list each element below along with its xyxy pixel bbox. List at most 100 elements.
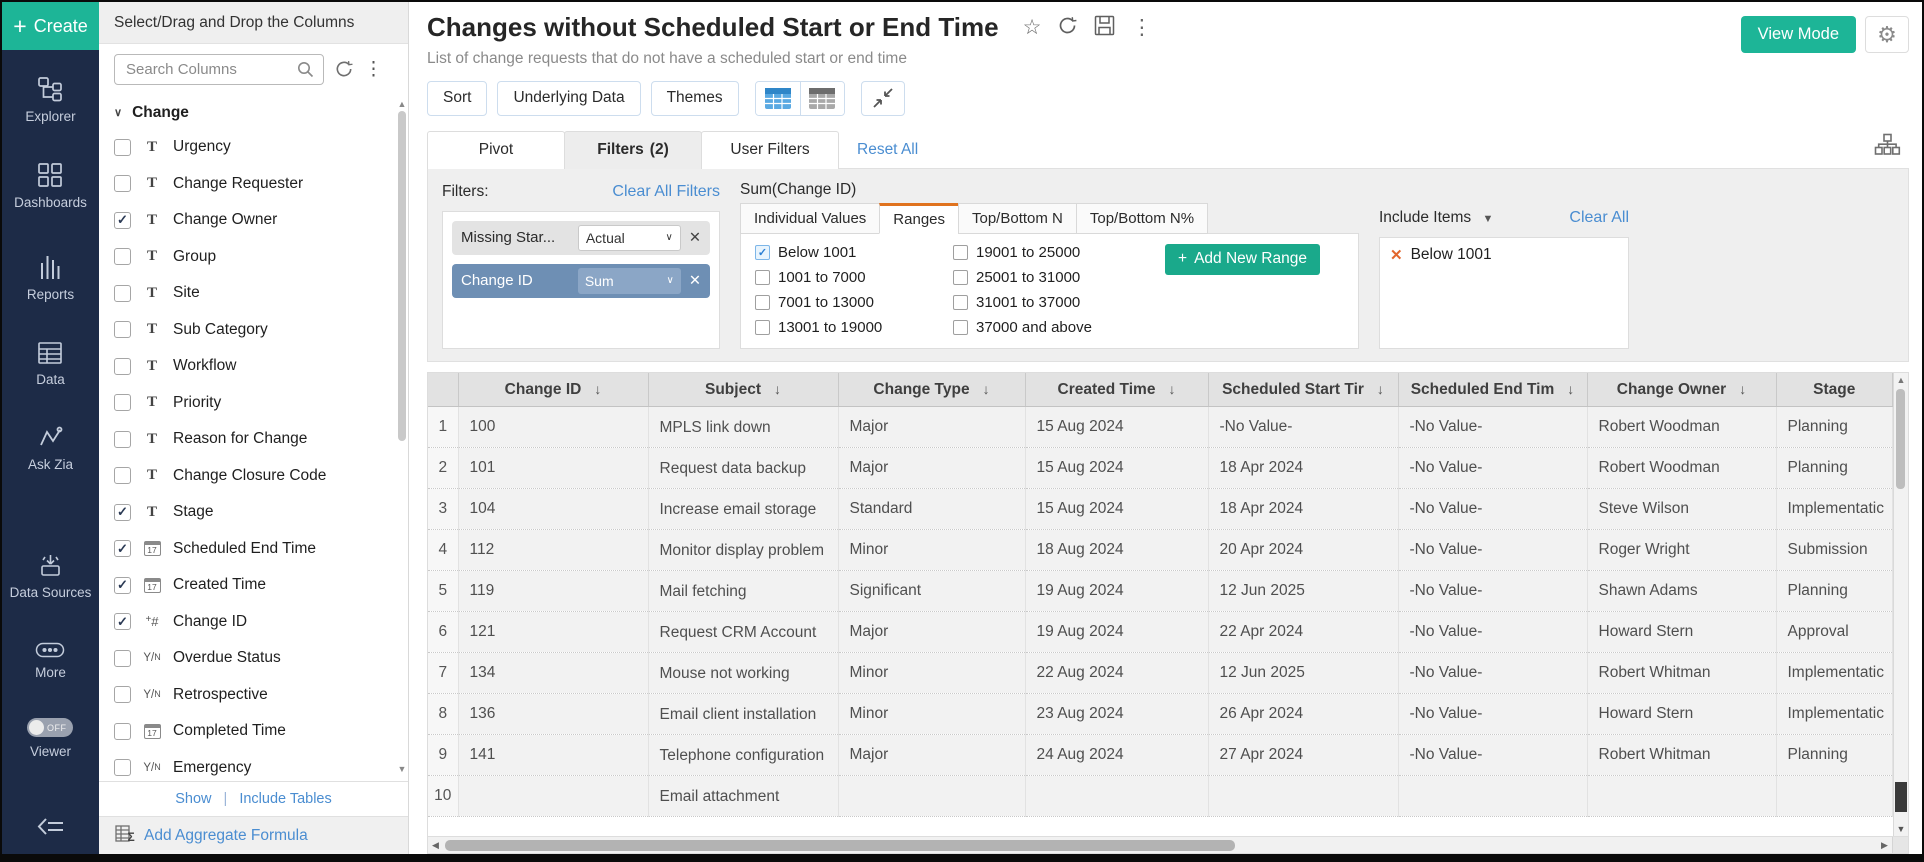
add-new-range-button[interactable]: + Add New Range xyxy=(1165,244,1320,275)
checkbox-unchecked[interactable] xyxy=(114,686,131,703)
table-view-blue-icon[interactable] xyxy=(756,82,800,115)
range-option-1001-to-7000[interactable]: 1001 to 7000 xyxy=(755,269,923,286)
sidebar-item-data-sources[interactable]: Data Sources xyxy=(10,551,92,602)
range-option-19001-to-25000[interactable]: 19001 to 25000 xyxy=(953,244,1121,261)
scrollbar-track[interactable] xyxy=(443,837,1877,853)
search-columns-box[interactable] xyxy=(114,54,324,85)
scroll-right-icon[interactable]: ▶ xyxy=(1877,840,1892,851)
filter-aggregate-select[interactable]: Actual∨ xyxy=(578,225,681,251)
scrollbar-thumb[interactable] xyxy=(1896,389,1905,489)
tab-filters[interactable]: Filters (2) xyxy=(564,131,702,169)
column-item-overdue-status[interactable]: Y/NOverdue Status xyxy=(114,640,408,677)
remove-filter-icon[interactable]: ✕ xyxy=(689,273,701,289)
viewer-toggle[interactable]: OFF xyxy=(27,718,73,737)
sort-descending-icon[interactable]: ↓ xyxy=(594,381,601,397)
column-item-change-id[interactable]: +#Change ID xyxy=(114,604,408,641)
column-item-reason-for-change[interactable]: TReason for Change xyxy=(114,421,408,458)
checkbox-unchecked[interactable] xyxy=(114,394,131,411)
column-item-priority[interactable]: TPriority xyxy=(114,385,408,422)
column-item-emergency[interactable]: Y/NEmergency xyxy=(114,750,408,782)
column-header-created-time[interactable]: Created Time↓ xyxy=(1025,373,1208,407)
favorite-star-icon[interactable]: ☆ xyxy=(1023,17,1042,38)
sort-descending-icon[interactable]: ↓ xyxy=(983,381,990,397)
checkbox-unchecked[interactable] xyxy=(114,285,131,302)
table-row[interactable]: 5119Mail fetchingSignificant19 Aug 20241… xyxy=(428,571,1893,612)
checkbox-checked[interactable] xyxy=(114,613,131,630)
sort-descending-icon[interactable]: ↓ xyxy=(1168,381,1175,397)
column-header-scheduled-end-tim[interactable]: Scheduled End Tim↓ xyxy=(1398,373,1587,407)
subtab-ranges[interactable]: Ranges xyxy=(879,203,959,234)
checkbox-unchecked[interactable] xyxy=(114,321,131,338)
sidebar-item-ask-zia[interactable]: Ask Zia xyxy=(10,424,92,474)
column-header-scheduled-start-tir[interactable]: Scheduled Start Tir↓ xyxy=(1208,373,1398,407)
table-row[interactable]: 8136Email client installationMinor23 Aug… xyxy=(428,694,1893,735)
column-item-workflow[interactable]: TWorkflow xyxy=(114,348,408,385)
tab-user-filters[interactable]: User Filters xyxy=(701,131,839,169)
refresh-columns-icon[interactable] xyxy=(334,59,354,79)
table-row[interactable]: 1100MPLS link downMajor15 Aug 2024-No Va… xyxy=(428,407,1893,448)
column-item-scheduled-end-time[interactable]: 17Scheduled End Time xyxy=(114,531,408,568)
sort-button[interactable]: Sort xyxy=(427,81,487,116)
column-panel-menu-icon[interactable]: ⋮ xyxy=(364,60,383,79)
sidebar-item-explorer[interactable]: Explorer xyxy=(10,76,92,126)
scrollbar-thumb[interactable] xyxy=(445,840,1235,851)
filter-chip-missing-star[interactable]: Missing Star...Actual∨✕ xyxy=(452,221,710,255)
column-item-change-closure-code[interactable]: TChange Closure Code xyxy=(114,458,408,495)
checkbox-checked[interactable] xyxy=(755,245,770,260)
checkbox-unchecked[interactable] xyxy=(114,139,131,156)
remove-filter-icon[interactable]: ✕ xyxy=(689,230,701,246)
scroll-down-icon[interactable]: ▼ xyxy=(398,764,407,774)
scroll-up-icon[interactable]: ▲ xyxy=(1894,375,1908,385)
range-option-7001-to-13000[interactable]: 7001 to 13000 xyxy=(755,294,923,311)
table-row[interactable]: 3104Increase email storageStandard15 Aug… xyxy=(428,489,1893,530)
scroll-up-icon[interactable]: ▲ xyxy=(398,99,407,109)
checkbox-unchecked[interactable] xyxy=(953,295,968,310)
checkbox-checked[interactable] xyxy=(114,540,131,557)
table-vertical-scrollbar[interactable]: ▲ ▼ xyxy=(1893,373,1908,836)
table-row[interactable]: 10Email attachment xyxy=(428,776,1893,817)
checkbox-unchecked[interactable] xyxy=(114,431,131,448)
show-link[interactable]: Show xyxy=(175,791,211,807)
scrollbar-block[interactable] xyxy=(1895,782,1907,812)
table-view-gray-icon[interactable] xyxy=(800,82,844,115)
checkbox-unchecked[interactable] xyxy=(755,320,770,335)
themes-button[interactable]: Themes xyxy=(651,81,739,116)
column-item-stage[interactable]: TStage xyxy=(114,494,408,531)
table-row[interactable]: 6121Request CRM AccountMajor19 Aug 20242… xyxy=(428,612,1893,653)
range-option-25001-to-31000[interactable]: 25001 to 31000 xyxy=(953,269,1121,286)
scroll-left-icon[interactable]: ◀ xyxy=(428,840,443,851)
include-items-dropdown[interactable]: Include Items ▼ xyxy=(1379,209,1493,227)
include-tables-link[interactable]: Include Tables xyxy=(239,791,331,807)
column-item-sub-category[interactable]: TSub Category xyxy=(114,312,408,349)
search-columns-input[interactable] xyxy=(124,60,291,79)
checkbox-unchecked[interactable] xyxy=(114,358,131,375)
range-option-31001-to-37000[interactable]: 31001 to 37000 xyxy=(953,294,1121,311)
table-row[interactable]: 7134Mouse not workingMinor22 Aug 202412 … xyxy=(428,653,1893,694)
sidebar-item-more[interactable]: More xyxy=(10,642,92,682)
clear-all-included-link[interactable]: Clear All xyxy=(1569,209,1629,227)
create-button[interactable]: + Create xyxy=(2,2,99,50)
checkbox-unchecked[interactable] xyxy=(755,295,770,310)
checkbox-unchecked[interactable] xyxy=(953,245,968,260)
checkbox-checked[interactable] xyxy=(114,212,131,229)
column-item-completed-time[interactable]: 17Completed Time xyxy=(114,713,408,750)
save-icon[interactable] xyxy=(1094,15,1115,40)
filter-aggregate-select[interactable]: Sum∨ xyxy=(578,268,681,294)
subtab-top-bottom-n[interactable]: Top/Bottom N% xyxy=(1076,203,1208,234)
column-header-stage[interactable]: Stage xyxy=(1776,373,1893,407)
range-option-37000-and-above[interactable]: 37000 and above xyxy=(953,319,1121,336)
table-row[interactable]: 9141Telephone configurationMajor24 Aug 2… xyxy=(428,735,1893,776)
underlying-data-button[interactable]: Underlying Data xyxy=(497,81,640,116)
compress-view-button[interactable] xyxy=(861,81,905,116)
column-item-urgency[interactable]: TUrgency xyxy=(114,129,408,166)
remove-included-item-icon[interactable]: ✕ xyxy=(1390,246,1403,264)
table-row[interactable]: 2101Request data backupMajor15 Aug 20241… xyxy=(428,448,1893,489)
checkbox-checked[interactable] xyxy=(114,504,131,521)
tab-pivot[interactable]: Pivot xyxy=(427,131,565,169)
refresh-report-icon[interactable] xyxy=(1057,15,1078,40)
collapse-sidebar-icon[interactable] xyxy=(37,815,65,844)
sidebar-item-data[interactable]: Data xyxy=(10,341,92,389)
view-mode-button[interactable]: View Mode xyxy=(1741,16,1856,53)
range-option-13001-to-19000[interactable]: 13001 to 19000 xyxy=(755,319,923,336)
org-chart-icon[interactable] xyxy=(1874,133,1901,161)
